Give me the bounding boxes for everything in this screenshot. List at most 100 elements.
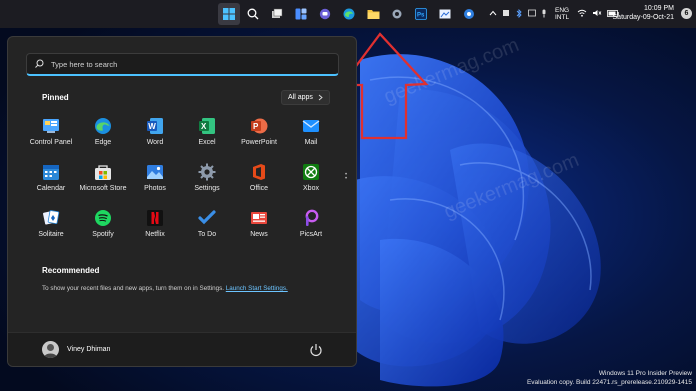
folder-icon [367,10,379,19]
recommended-text: To show your recent files and new apps, … [42,285,225,292]
search-icon [247,8,259,20]
svg-text:Ps: Ps [417,13,425,19]
wifi-icon[interactable] [577,9,587,19]
app-label: Edge [94,139,112,146]
pinned-heading: Pinned [42,93,69,102]
power-icon[interactable] [309,343,323,357]
app-todo[interactable]: To Do [181,207,233,249]
search-icon [35,59,44,68]
app-label: Settings [194,185,220,192]
volume-icon[interactable] [592,9,602,19]
launch-start-settings-link[interactable]: Launch Start Settings. [226,285,288,292]
bluetooth-icon[interactable] [515,8,523,20]
input-language-indicator[interactable]: ENG INTL [555,7,569,21]
clock[interactable]: 10:09 PM Saturday-09-Oct-21 [613,4,674,22]
microphone-icon[interactable] [541,9,547,20]
windows-icon [223,8,235,20]
netflix-icon [147,210,163,226]
gear-icon [392,9,402,19]
app-label: Word [146,139,164,146]
app-settings[interactable]: Settings [181,161,233,203]
windows-edition-text: Windows 11 Pro Insider Preview [598,370,692,377]
news-icon [251,212,267,224]
app-xbox[interactable]: Xbox [285,161,337,203]
chevron-right-icon [318,94,323,101]
checkmark-icon [198,210,216,225]
widgets-icon [295,8,307,20]
mail-icon [302,120,320,132]
app-label: Excel [198,139,216,146]
office-icon [253,164,265,180]
app-office[interactable]: Office [233,161,285,203]
app-calendar[interactable]: Calendar [25,161,77,203]
all-apps-button[interactable]: All apps [281,90,330,105]
app-picsart[interactable]: PicsArt [285,207,337,249]
app-photos[interactable]: Photos [129,161,181,203]
app-news[interactable]: News [233,207,285,249]
chevron-up-icon[interactable] [489,10,497,18]
app-label: Netflix [145,231,165,238]
tray-box-icon[interactable] [528,9,536,19]
app-label: Spotify [92,231,114,238]
picsart-icon [305,209,319,226]
app-label: Mail [304,139,318,146]
widgets-button[interactable] [290,3,312,25]
teams-chat-button[interactable] [314,3,336,25]
spotify-icon [95,210,111,226]
gear-icon [198,163,216,181]
app-solitaire[interactable]: Solitaire [25,207,77,249]
app-label: Calendar [36,185,66,192]
app-taskbar-button[interactable] [458,3,480,25]
task-view-icon [272,8,283,18]
clock-time: 10:09 PM [644,5,674,12]
edge-taskbar-button[interactable] [338,3,360,25]
recommended-message: To show your recent files and new apps, … [42,285,288,292]
photoshop-button[interactable]: Ps [410,3,432,25]
svg-text:P: P [253,122,259,131]
user-avatar[interactable] [42,341,59,358]
start-menu: Type here to search Pinned All apps Cont… [7,36,357,367]
app-label: Solitaire [38,231,64,238]
start-button[interactable] [218,3,240,25]
app-edge[interactable]: Edge [77,115,129,157]
app-netflix[interactable]: Netflix [129,207,181,249]
app-spotify[interactable]: Spotify [77,207,129,249]
taskbar: Ps ENG INTL 10:09 PM Saturday-09-Oct-21 … [0,0,696,28]
recommended-heading: Recommended [42,266,100,275]
app-label: Photos [144,185,166,192]
app-label: Control Panel [29,139,73,146]
app-label: News [250,231,268,238]
task-view-button[interactable] [266,3,288,25]
clock-date: Saturday-09-Oct-21 [612,14,674,21]
settings-taskbar-button[interactable] [386,3,408,25]
app-icon [464,9,474,19]
xbox-icon [303,164,319,180]
snipping-tool-button[interactable] [434,3,456,25]
app-mail[interactable]: Mail [285,115,337,157]
app-powerpoint[interactable]: P PowerPoint [233,115,285,157]
file-explorer-button[interactable] [362,3,384,25]
app-tray-icon[interactable] [502,9,510,19]
photos-icon [147,165,163,179]
start-search-box[interactable]: Type here to search [26,53,339,76]
edge-icon [95,118,111,134]
app-label: Xbox [303,185,319,192]
language-code: ENG [555,7,570,14]
notification-badge[interactable]: 6 [681,8,692,19]
app-control-panel[interactable]: Control Panel [25,115,77,157]
app-excel[interactable]: X Excel [181,115,233,157]
app-microsoft-store[interactable]: Microsoft Store [77,161,129,203]
user-bar: Viney Dhiman [8,332,356,366]
control-panel-icon [43,119,59,133]
photoshop-icon: Ps [415,8,427,20]
user-name[interactable]: Viney Dhiman [67,346,110,353]
store-icon [95,165,111,180]
search-button[interactable] [242,3,264,25]
app-word[interactable]: W Word [129,115,181,157]
taskbar-apps: Ps [218,3,480,25]
search-placeholder: Type here to search [51,59,118,69]
system-tray: ENG INTL [489,0,619,28]
page-indicator-dots[interactable]: • • [345,172,347,182]
screenshot-icon [439,9,451,19]
app-label: PowerPoint [241,139,277,146]
